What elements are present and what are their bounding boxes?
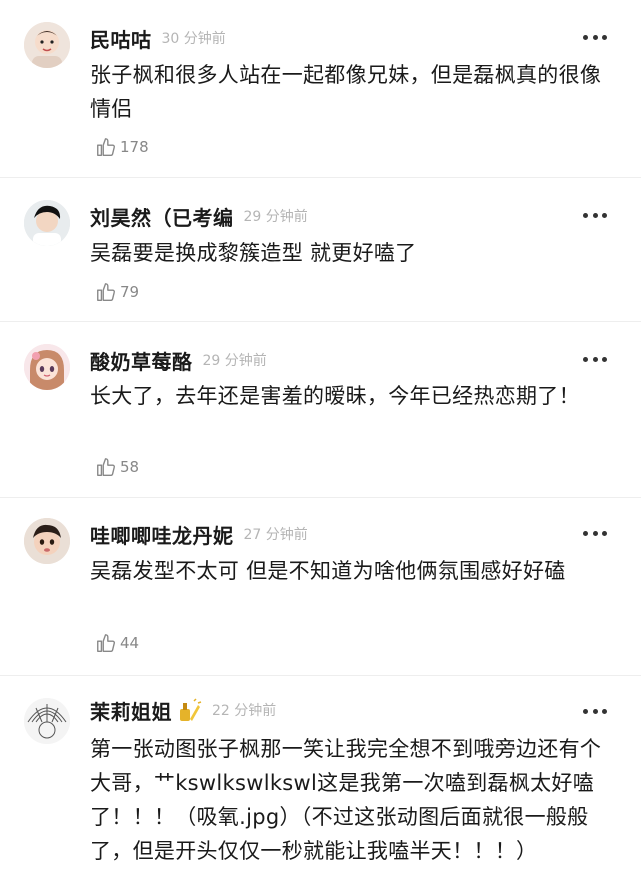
- comment-header: 茉莉姐姐 22 分钟前: [90, 696, 276, 724]
- comment-text: 第一张动图张子枫那一笑让我完全想不到哦旁边还有个大哥，艹kswlkswlkswl…: [90, 737, 602, 863]
- comment-text: 吴磊要是换成黎簇造型 就更好嗑了: [90, 241, 417, 265]
- more-options-icon[interactable]: [583, 706, 607, 716]
- username[interactable]: 哇唧唧哇龙丹妮: [90, 520, 234, 549]
- more-options-icon[interactable]: [583, 32, 607, 42]
- like-button[interactable]: 79: [95, 280, 139, 304]
- comment-header: 刘昊然（已考编 29 分钟前: [90, 202, 308, 230]
- avatar[interactable]: [24, 698, 70, 744]
- thumbs-up-icon: [97, 138, 116, 156]
- thumbs-up-icon: [97, 634, 116, 652]
- like-count: 58: [120, 458, 140, 476]
- comment-item: 茉莉姐姐 22 分钟前 第一张动图张子枫那一笑让我完全想不到哦旁边还有个大哥，艹…: [0, 676, 641, 895]
- thumbs-up-icon: [97, 283, 116, 301]
- username[interactable]: 刘昊然（已考编: [90, 202, 234, 231]
- comment-header: 哇唧唧哇龙丹妮 27 分钟前: [90, 520, 308, 548]
- timestamp: 29 分钟前: [243, 209, 308, 225]
- comment-text: 张子枫和很多人站在一起都像兄妹，但是磊枫真的很像情侣: [90, 63, 602, 121]
- username[interactable]: 酸奶草莓酪: [90, 346, 193, 375]
- avatar[interactable]: [24, 518, 70, 564]
- comment-item: 民咕咕 30 分钟前 张子枫和很多人站在一起都像兄妹，但是磊枫真的很像情侣 17…: [0, 0, 641, 178]
- avatar[interactable]: [24, 344, 70, 390]
- like-count: 79: [120, 283, 140, 301]
- timestamp: 22 分钟前: [212, 703, 277, 719]
- comment-text: 长大了，去年还是害羞的暧昧，今年已经热恋期了！: [90, 384, 580, 408]
- comment-header: 酸奶草莓酪 29 分钟前: [90, 346, 267, 374]
- comment-item: 哇唧唧哇龙丹妮 27 分钟前 吴磊发型不太可 但是不知道为啥他俩氛围感好好磕 4…: [0, 498, 641, 676]
- like-button[interactable]: 58: [95, 455, 139, 479]
- username[interactable]: 民咕咕: [90, 24, 152, 53]
- comment-header: 民咕咕 30 分钟前: [90, 24, 226, 52]
- like-count: 44: [120, 634, 140, 652]
- like-button[interactable]: 44: [95, 631, 139, 655]
- like-button[interactable]: 178: [95, 135, 149, 159]
- more-options-icon[interactable]: [583, 528, 607, 538]
- like-count: 178: [120, 138, 149, 156]
- username[interactable]: 茉莉姐姐: [90, 696, 172, 725]
- timestamp: 29 分钟前: [202, 353, 267, 369]
- thumbs-up-icon: [97, 458, 116, 476]
- avatar[interactable]: [24, 22, 70, 68]
- more-options-icon[interactable]: [583, 210, 607, 220]
- comment-item: 酸奶草莓酪 29 分钟前 长大了，去年还是害羞的暧昧，今年已经热恋期了！ 58: [0, 322, 641, 498]
- timestamp: 30 分钟前: [161, 31, 226, 47]
- timestamp: 27 分钟前: [243, 527, 308, 543]
- comment-text: 吴磊发型不太可 但是不知道为啥他俩氛围感好好磕: [90, 559, 566, 583]
- nail-polish-sticker-icon: [180, 698, 202, 721]
- comment-item: 刘昊然（已考编 29 分钟前 吴磊要是换成黎簇造型 就更好嗑了 79: [0, 178, 641, 322]
- avatar[interactable]: [24, 200, 70, 246]
- more-options-icon[interactable]: [583, 354, 607, 364]
